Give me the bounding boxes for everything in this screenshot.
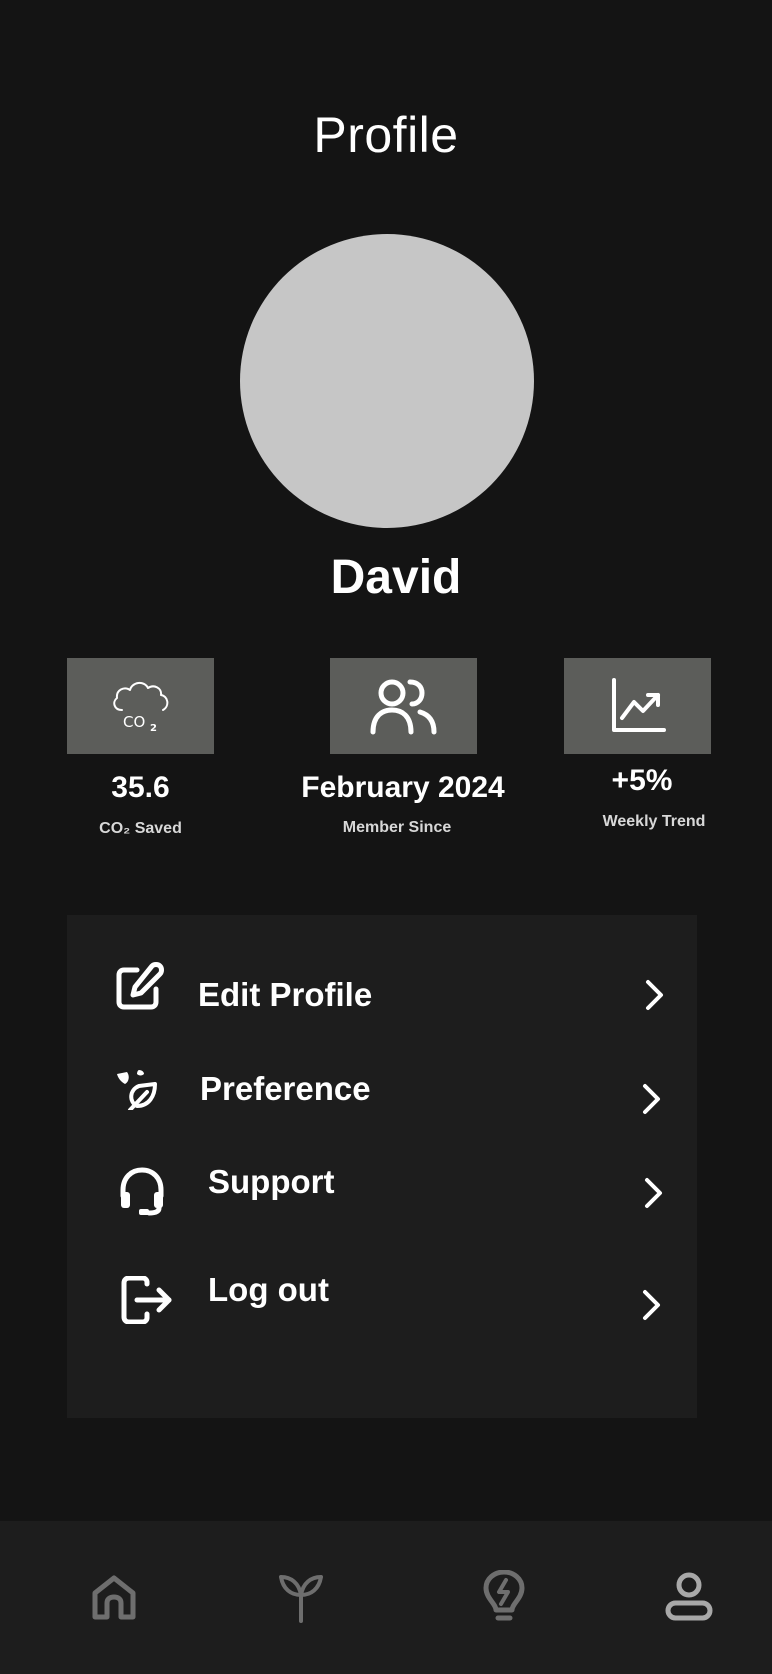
- co2-stat-box: CO 2: [67, 658, 214, 754]
- co2-saved-label: CO₂ Saved: [99, 820, 182, 837]
- home-icon: [92, 1575, 136, 1620]
- menu-item-log-out[interactable]: [100, 1240, 680, 1332]
- menu-label-edit-profile: Edit Profile: [198, 976, 373, 1013]
- avatar[interactable]: [240, 234, 534, 528]
- trend-chart-icon: [611, 678, 666, 732]
- menu-label-support: Support: [208, 1163, 335, 1200]
- svg-text:2: 2: [150, 723, 157, 734]
- user-icon: [665, 1572, 713, 1621]
- member-since-label: Member Since: [342, 819, 452, 836]
- menu-label-preference: Preference: [200, 1070, 371, 1107]
- nav-home[interactable]: [84, 1567, 144, 1627]
- chevron-right-icon: [643, 1290, 660, 1320]
- lightbulb-icon: [483, 1570, 525, 1621]
- weekly-trend-value: +5%: [611, 764, 673, 797]
- menu-item-support[interactable]: [100, 1140, 680, 1232]
- cloud-co2-icon: CO 2: [112, 682, 168, 734]
- logout-icon: [121, 1276, 172, 1324]
- chevron-right-icon: [645, 1178, 662, 1208]
- nav-profile[interactable]: [659, 1567, 719, 1627]
- member-since-value: February 2024: [301, 771, 505, 804]
- leaf-icon: [117, 1070, 157, 1110]
- page-title: Profile: [313, 107, 459, 163]
- chevron-right-icon: [643, 1084, 660, 1114]
- sprout-icon: [279, 1575, 323, 1623]
- co2-saved-value: 35.6: [111, 771, 170, 804]
- chevron-right-icon: [646, 980, 663, 1010]
- nav-tips[interactable]: [474, 1567, 534, 1627]
- edit-icon: [116, 962, 164, 1010]
- svg-text:CO: CO: [123, 713, 145, 731]
- headset-icon: [120, 1167, 164, 1216]
- nav-garden[interactable]: [271, 1567, 331, 1627]
- menu-item-edit-profile[interactable]: [100, 950, 680, 1042]
- member-stat-box: [330, 658, 477, 754]
- menu-label-log-out: Log out: [208, 1271, 329, 1308]
- menu-item-preference[interactable]: [100, 1045, 680, 1137]
- weekly-trend-label: Weekly Trend: [602, 813, 706, 830]
- trend-stat-box: [564, 658, 711, 754]
- users-icon: [370, 679, 436, 735]
- user-name: David: [330, 551, 462, 604]
